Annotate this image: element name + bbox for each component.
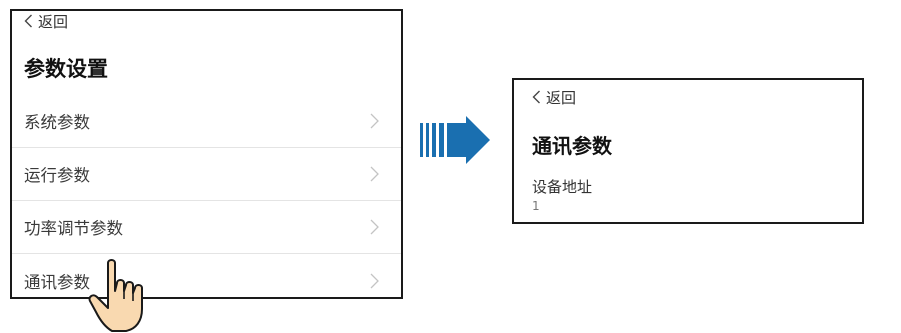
back-label: 返回 <box>546 88 577 107</box>
menu-item-running-params[interactable]: 运行参数 <box>12 148 401 201</box>
device-address-value[interactable]: 1 <box>532 199 540 213</box>
communication-params-screen: 返回 通讯参数 设备地址 1 <box>512 78 864 224</box>
chevron-right-icon <box>370 273 379 288</box>
menu-item-label: 系统参数 <box>24 113 90 132</box>
device-address-label[interactable]: 设备地址 <box>532 176 592 197</box>
menu-item-label: 通讯参数 <box>24 272 90 292</box>
parameter-settings-screen: 返回 参数设置 系统参数 运行参数 功率调节参数 通讯参数 <box>10 9 403 299</box>
menu-item-system-params[interactable]: 系统参数 <box>12 95 401 148</box>
chevron-left-icon <box>24 14 32 28</box>
page-title: 参数设置 <box>24 57 108 81</box>
menu-item-power-adjustment-params[interactable]: 功率调节参数 <box>12 201 401 254</box>
chevron-left-icon <box>532 90 540 104</box>
back-button[interactable]: 返回 <box>532 86 576 108</box>
menu-item-label: 功率调节参数 <box>24 219 123 238</box>
page-title: 通讯参数 <box>532 134 612 158</box>
back-button[interactable]: 返回 <box>24 11 68 31</box>
chevron-right-icon <box>370 166 379 182</box>
menu-item-communication-params[interactable]: 通讯参数 <box>12 254 401 297</box>
arrow-right-icon <box>420 116 490 164</box>
back-label: 返回 <box>38 12 69 31</box>
settings-menu: 系统参数 运行参数 功率调节参数 通讯参数 <box>12 95 401 297</box>
chevron-right-icon <box>370 113 379 129</box>
hand-pointer-icon <box>88 259 143 332</box>
chevron-right-icon <box>370 219 379 235</box>
menu-item-label: 运行参数 <box>24 166 90 185</box>
